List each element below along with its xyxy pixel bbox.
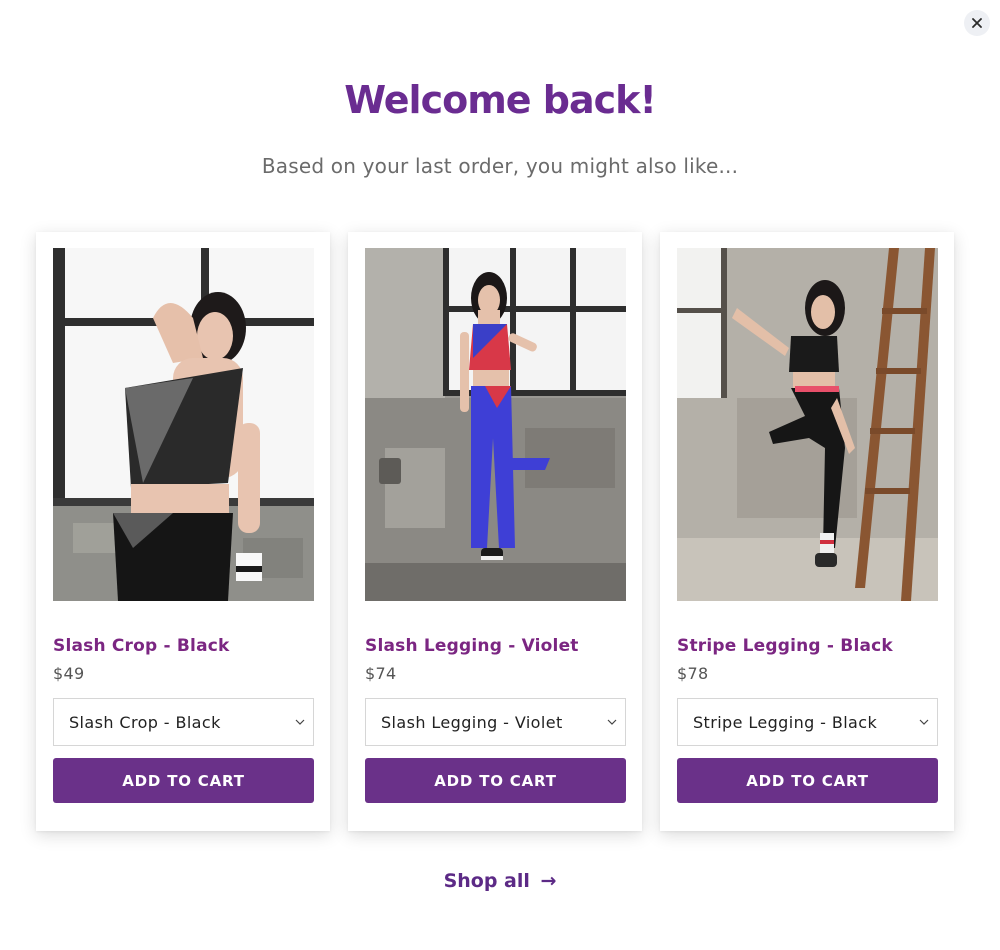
page-subtitle: Based on your last order, you might also… (261, 154, 739, 178)
product-image[interactable] (677, 248, 938, 601)
product-image[interactable] (53, 248, 314, 601)
product-price: $74 (365, 664, 397, 683)
variant-select[interactable]: Slash Crop - Black (53, 698, 314, 746)
shop-all-link[interactable]: Shop all → (0, 870, 1000, 892)
product-price: $49 (53, 664, 85, 683)
product-price: $78 (677, 664, 709, 683)
product-name[interactable]: Slash Legging - Violet (365, 636, 626, 656)
add-to-cart-button[interactable]: ADD TO CART (677, 758, 938, 803)
product-image[interactable] (365, 248, 626, 601)
shop-all-label: Shop all (443, 870, 530, 892)
close-icon (972, 18, 982, 28)
product-card: Stripe Legging - Black $78 Stripe Leggin… (660, 232, 954, 831)
add-to-cart-button[interactable]: ADD TO CART (53, 758, 314, 803)
variant-select[interactable]: Stripe Legging - Black (677, 698, 938, 746)
variant-select-value: Slash Crop - Black (69, 712, 221, 732)
product-name[interactable]: Stripe Legging - Black (677, 636, 938, 656)
chevron-down-icon (295, 718, 305, 726)
arrow-right-icon: → (540, 870, 557, 892)
product-card: Slash Crop - Black $49 Slash Crop - Blac… (36, 232, 330, 831)
add-to-cart-button[interactable]: ADD TO CART (365, 758, 626, 803)
product-name[interactable]: Slash Crop - Black (53, 636, 314, 656)
close-button[interactable] (964, 10, 990, 36)
chevron-down-icon (919, 718, 929, 726)
chevron-down-icon (607, 718, 617, 726)
variant-select[interactable]: Slash Legging - Violet (365, 698, 626, 746)
product-card: Slash Legging - Violet $74 Slash Legging… (348, 232, 642, 831)
page-title: Welcome back! (344, 78, 657, 122)
variant-select-value: Slash Legging - Violet (381, 712, 563, 732)
variant-select-value: Stripe Legging - Black (693, 712, 878, 732)
